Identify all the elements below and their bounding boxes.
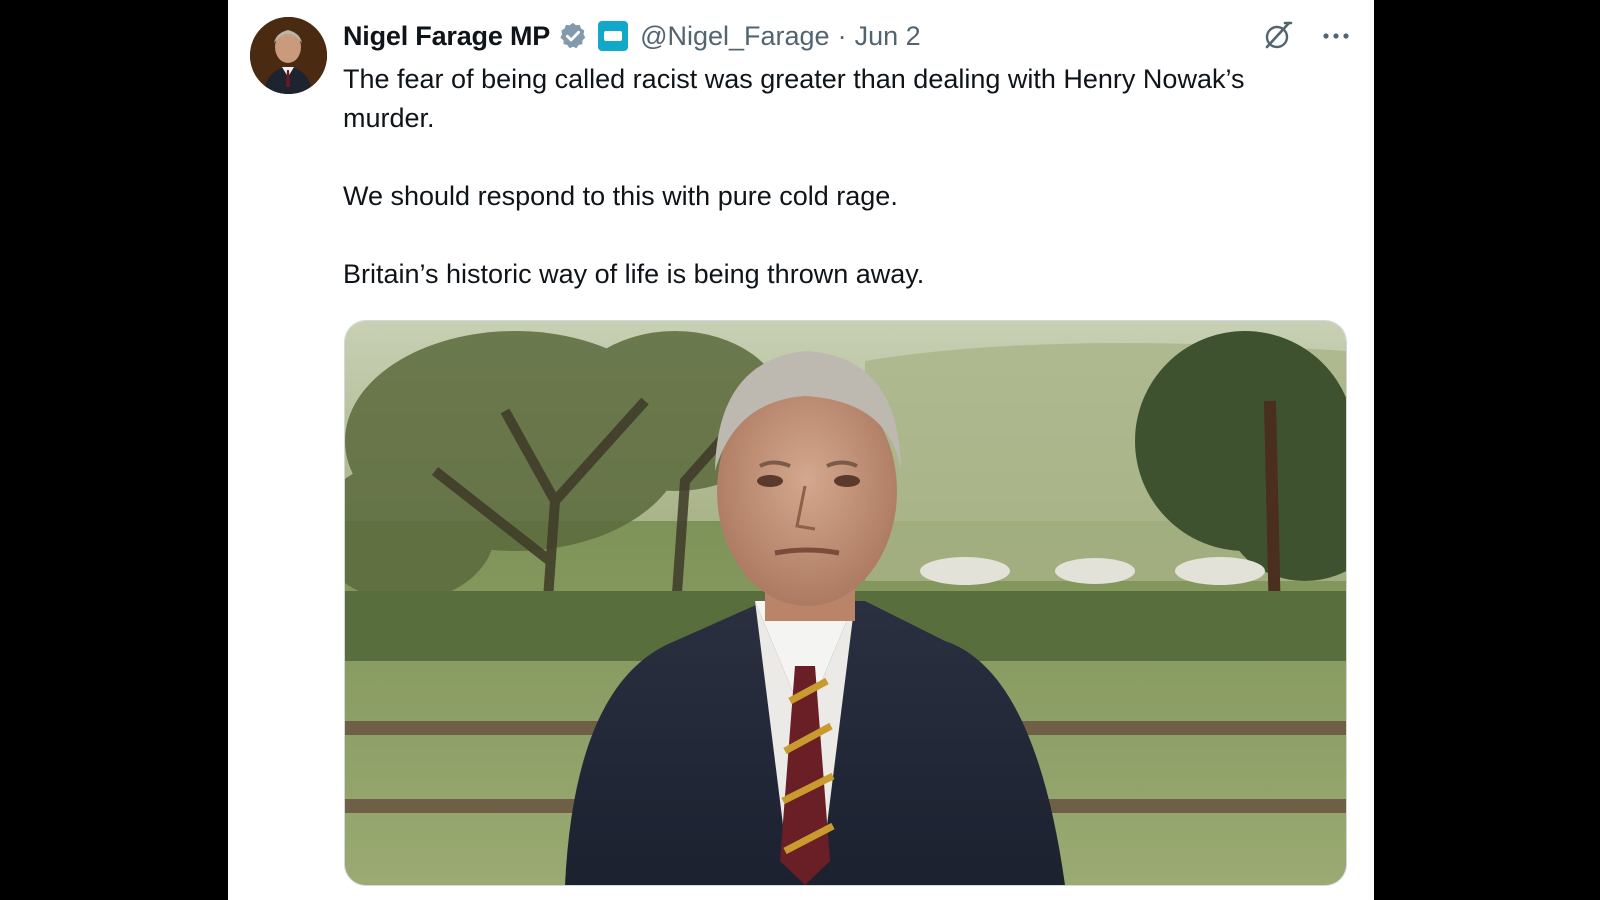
header-actions	[1260, 18, 1354, 54]
author-avatar[interactable]	[250, 17, 327, 94]
tweet-card[interactable]: Nigel Farage MP @Nigel_Farage · Jun 2 Th…	[228, 0, 1374, 900]
tweet-paragraph: The fear of being called racist was grea…	[343, 64, 1245, 133]
verified-badge-icon[interactable]	[558, 21, 588, 51]
grok-icon[interactable]	[1260, 18, 1296, 54]
header-separator: ·	[837, 20, 847, 51]
video-frame-image	[345, 321, 1346, 885]
affiliate-badge-mark	[604, 31, 623, 41]
tweet-header: Nigel Farage MP @Nigel_Farage · Jun 2	[343, 18, 1354, 54]
reform-affiliate-badge-icon[interactable]	[598, 21, 629, 51]
avatar-portrait-image	[250, 17, 327, 94]
tweet-video-thumbnail[interactable]	[344, 320, 1347, 886]
author-handle[interactable]: @Nigel_Farage	[640, 21, 830, 52]
tweet-paragraph: We should respond to this with pure cold…	[343, 181, 898, 211]
tweet-paragraph: Britain’s historic way of life is being …	[343, 259, 925, 289]
screenshot-stage: Nigel Farage MP @Nigel_Farage · Jun 2 Th…	[0, 0, 1600, 900]
tweet-date[interactable]: Jun 2	[855, 21, 921, 52]
more-horizontal-icon[interactable]	[1318, 18, 1354, 54]
tweet-body: The fear of being called racist was grea…	[343, 60, 1343, 294]
author-display-name[interactable]: Nigel Farage MP	[343, 21, 550, 52]
